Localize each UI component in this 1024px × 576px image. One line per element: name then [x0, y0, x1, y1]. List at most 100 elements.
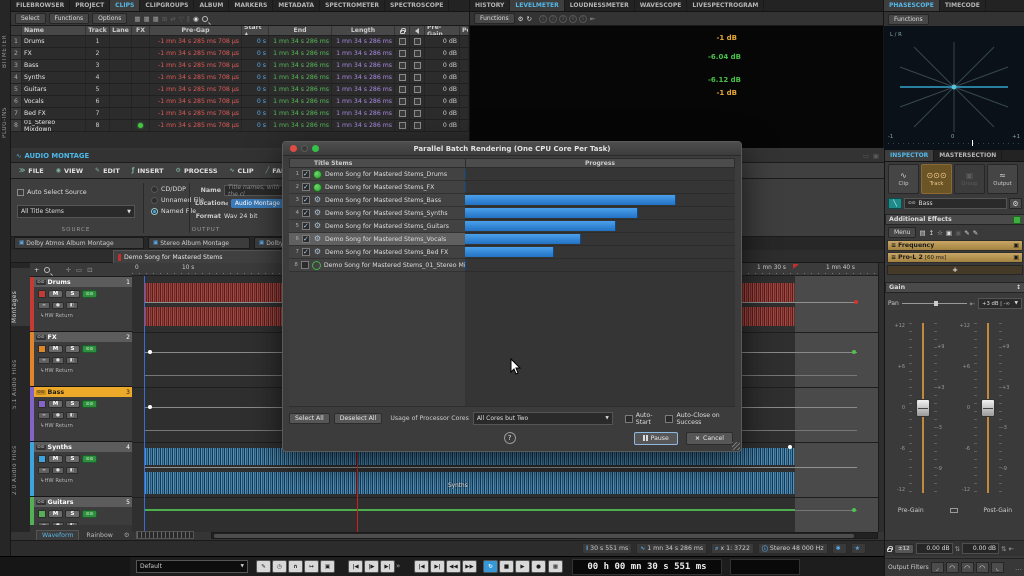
- clip-row[interactable]: 5 Guitars 5 -1 mn 34 s 285 ms 708 µs 0 s…: [11, 84, 469, 96]
- panel-tab[interactable]: TIMECODE: [940, 0, 986, 11]
- search-icon[interactable]: [202, 16, 208, 22]
- panel-options-icon[interactable]: ▭: [863, 152, 869, 160]
- effects-toolbar-icon[interactable]: ☆: [937, 229, 943, 237]
- envelope-point[interactable]: [854, 300, 858, 304]
- scope-button[interactable]: ∿ Clip: [888, 164, 919, 194]
- clip-mute-checkbox[interactable]: [414, 50, 421, 57]
- panel-tab[interactable]: INSPECTOR: [885, 150, 934, 161]
- post-gain-value-field[interactable]: 0.00 dB: [962, 543, 999, 554]
- reset-icon[interactable]: ↻: [526, 15, 531, 23]
- mute-button[interactable]: M: [48, 400, 63, 408]
- clips-toolbar-icon[interactable]: ▦: [143, 15, 149, 23]
- task-checkbox[interactable]: [301, 261, 309, 269]
- routing-button[interactable]: ⊙⊙: [82, 345, 97, 353]
- clip-row[interactable]: 8 01_Stereo Mixdown 8 -1 mn 34 s 285 ms …: [11, 120, 469, 132]
- clip-row[interactable]: 1 Drums 1 -1 mn 34 s 285 ms 708 µs 0 s 1…: [11, 36, 469, 48]
- pre-gain-value-field[interactable]: 0.00 dB: [916, 543, 953, 554]
- auto-close-option[interactable]: Auto-Close on Success: [665, 412, 735, 426]
- routing-button[interactable]: ⊙⊙: [82, 455, 97, 463]
- select-menu-button[interactable]: Select: [15, 13, 46, 24]
- clip-lock-checkbox[interactable]: [399, 50, 406, 57]
- document-tab[interactable]: Demo Song for Mastered Stems: [113, 250, 285, 263]
- clips-toolbar-icon[interactable]: ▦: [134, 15, 140, 23]
- options-menu-button[interactable]: Options: [92, 13, 127, 24]
- track-automation-button[interactable]: ●: [52, 357, 64, 364]
- mute-button[interactable]: M: [48, 290, 63, 298]
- reset-peaks-icon[interactable]: ⇤: [590, 15, 595, 23]
- col-length[interactable]: Length: [332, 26, 395, 35]
- resize-grip[interactable]: [732, 442, 740, 450]
- fader-handle[interactable]: [981, 399, 995, 417]
- ribbon-menu[interactable]: ƒ INSERT: [132, 167, 164, 175]
- guitars-waveform[interactable]: [145, 509, 795, 511]
- clips-toolbar-icon[interactable]: ▦: [153, 15, 159, 23]
- col-pregap[interactable]: Pre-Gap: [150, 26, 242, 35]
- ribbon-menu[interactable]: ✎ EDIT: [95, 167, 120, 175]
- routing-button[interactable]: ⊙⊙: [82, 290, 97, 298]
- auto-close-checkbox[interactable]: [665, 415, 673, 423]
- target-track-field[interactable]: ⊙⊙ Bass: [904, 198, 1007, 209]
- filter-shape-button[interactable]: ◞: [931, 562, 944, 573]
- mute-button[interactable]: M: [48, 345, 63, 353]
- task-checkbox[interactable]: [302, 196, 310, 204]
- auto-start-checkbox[interactable]: [625, 415, 633, 423]
- col-fx[interactable]: FX: [132, 26, 150, 35]
- ribbon-menu[interactable]: ⚙ PROCESS: [176, 167, 218, 175]
- side-tab-20-audio-files[interactable]: 2.0 Audio Files: [11, 420, 30, 498]
- effect-window-icon[interactable]: ▣: [1013, 254, 1019, 261]
- pre-gain-fader[interactable]: +12+60-6-12 +9+3-3-9: [891, 315, 955, 505]
- scope-button[interactable]: ▣ Group: [954, 164, 985, 194]
- select-all-button[interactable]: Select All: [289, 413, 330, 424]
- transport-button[interactable]: ✎: [256, 560, 271, 573]
- scrollbar-thumb[interactable]: [214, 534, 854, 538]
- transport-button[interactable]: ▶▶: [462, 560, 477, 573]
- transport-button[interactable]: ◀◀: [446, 560, 461, 573]
- clip-mute-checkbox[interactable]: [414, 110, 421, 117]
- panel-tab[interactable]: FILEBROWSER: [11, 0, 70, 11]
- clip-row[interactable]: 3 Bass 3 -1 mn 34 s 285 ms 708 µs 0 s 1 …: [11, 60, 469, 72]
- track-tool-icon[interactable]: ✛: [65, 266, 70, 274]
- clip-row[interactable]: 7 Bed FX 7 -1 mn 34 s 285 ms 708 µs 0 s …: [11, 108, 469, 120]
- clip-lock-checkbox[interactable]: [399, 98, 406, 105]
- envelope-point[interactable]: [852, 350, 856, 354]
- transport-button[interactable]: |◀: [348, 560, 363, 573]
- format-value[interactable]: Wav 24 bit: [224, 213, 258, 220]
- track-lock-chip[interactable]: [38, 510, 46, 518]
- ribbon-menu[interactable]: ◉ VIEW: [56, 167, 83, 175]
- expand-icon[interactable]: ↕: [1016, 284, 1021, 291]
- side-tab-montages[interactable]: Montages: [11, 268, 30, 326]
- track-monitor-button[interactable]: ◧: [66, 302, 78, 309]
- clips-toolbar-icon[interactable]: ▽: [179, 15, 184, 23]
- mute-button[interactable]: M: [48, 510, 63, 518]
- meter-functions-button[interactable]: Functions: [474, 13, 515, 24]
- panel-menu-icon[interactable]: ▣: [873, 152, 879, 160]
- panel-tab[interactable]: METADATA: [273, 0, 320, 11]
- effects-toolbar-icon[interactable]: ▤: [919, 229, 925, 237]
- clip-row[interactable]: 6 Vocals 6 -1 mn 34 s 285 ms 708 µs 0 s …: [11, 96, 469, 108]
- track-monitor-button[interactable]: ◧: [66, 357, 78, 364]
- clips-table-header[interactable]: Name Track Lane FX Pre-Gap Start ▲ End L…: [11, 26, 469, 36]
- render-task-row[interactable]: 3 Demo Song for Mastered Stems_Bass: [289, 194, 735, 207]
- track-fx-button[interactable]: ≈: [38, 302, 50, 309]
- stepper-icon[interactable]: ⇅: [955, 545, 960, 553]
- col-track[interactable]: Track: [86, 26, 110, 35]
- clip-mute-checkbox[interactable]: [414, 98, 421, 105]
- task-checkbox[interactable]: [302, 183, 310, 191]
- location-chip[interactable]: Audio Montage: [231, 199, 284, 208]
- clip-lock-checkbox[interactable]: [399, 74, 406, 81]
- ribbon-menu[interactable]: ∿ CLIP: [230, 167, 254, 175]
- panel-tab[interactable]: MARKERS: [229, 0, 273, 11]
- effect-window-icon[interactable]: ▣: [1013, 242, 1019, 249]
- effects-toolbar-icon[interactable]: ✎: [964, 229, 969, 237]
- transport-button[interactable]: ▣: [320, 560, 335, 573]
- panel-tab[interactable]: SPECTROSCOPE: [385, 0, 449, 11]
- loop-button[interactable]: ↻: [483, 560, 498, 573]
- track-automation-button[interactable]: ●: [52, 467, 64, 474]
- clip-lock-checkbox[interactable]: [399, 110, 406, 117]
- zoom-window-button[interactable]: [312, 145, 319, 152]
- render-task-row[interactable]: 8 Demo Song for Mastered Stems_01_Stereo…: [289, 259, 735, 272]
- side-tab-51-audio-files[interactable]: 5.1 Audio Files: [11, 334, 30, 412]
- solo-button[interactable]: S: [65, 510, 80, 518]
- clip-mute-checkbox[interactable]: [414, 86, 421, 93]
- envelope-point[interactable]: [852, 508, 856, 512]
